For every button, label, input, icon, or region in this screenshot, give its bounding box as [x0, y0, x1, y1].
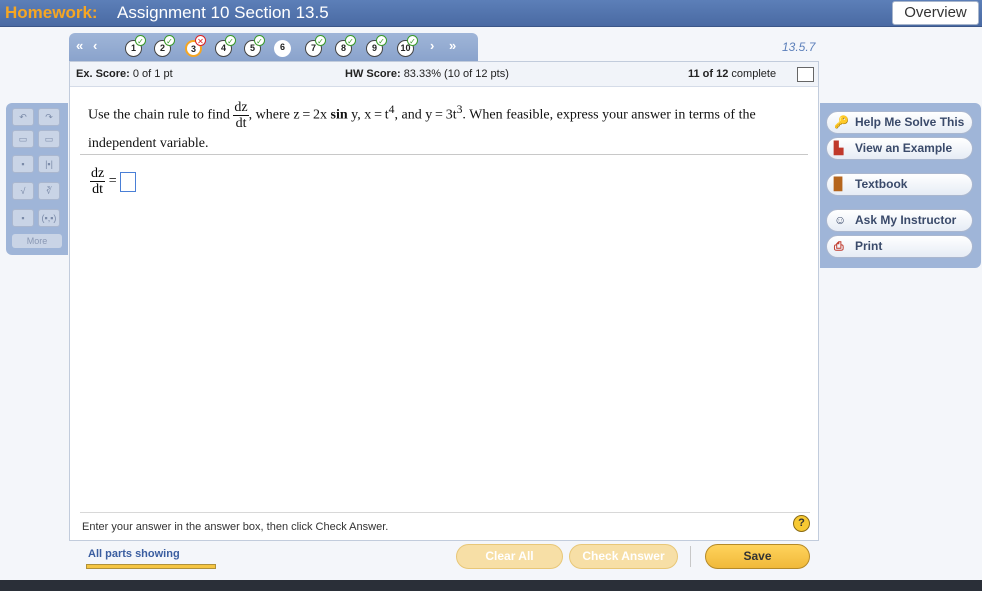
- printer-icon: ⎙: [834, 239, 844, 253]
- next-question-icon[interactable]: ›: [430, 38, 434, 53]
- popout-window-icon[interactable]: [797, 67, 814, 82]
- homework-score-label: HW Score:: [345, 68, 401, 80]
- print-label: Print: [855, 239, 883, 253]
- view-example-label: View an Example: [855, 141, 953, 155]
- homework-label: Homework:: [5, 3, 98, 22]
- textbook-button[interactable]: ▉ Textbook: [826, 173, 973, 196]
- instruction-message: Enter your answer in the answer box, the…: [80, 512, 810, 538]
- fraction-denominator: dt: [235, 115, 247, 131]
- completion-count: 11 of 12: [688, 68, 729, 80]
- more-tools-button[interactable]: More: [12, 234, 62, 248]
- absolute-value-icon[interactable]: |▪|: [38, 155, 60, 173]
- answer-input[interactable]: [120, 171, 137, 192]
- help-panel: 🔑 Help Me Solve This ▙ View an Example ▉…: [820, 103, 981, 268]
- correct-check-icon: ✓: [315, 35, 326, 46]
- mixed-number-icon[interactable]: ▭: [38, 130, 60, 148]
- correct-check-icon: ✓: [376, 35, 387, 46]
- save-button[interactable]: Save: [705, 544, 810, 569]
- instructor-icon: ☺: [834, 213, 847, 227]
- incorrect-x-icon: ✕: [195, 35, 206, 46]
- last-question-icon[interactable]: »: [449, 38, 456, 53]
- question-version: 13.5.7: [782, 40, 816, 54]
- ask-instructor-button[interactable]: ☺ Ask My Instructor: [826, 209, 973, 232]
- nth-root-icon[interactable]: ∛: [38, 182, 60, 200]
- homework-score-value: 83.33% (10 of 12 pts): [403, 68, 509, 80]
- answer-denominator: dt: [92, 182, 104, 197]
- exponent-icon[interactable]: ▪: [12, 155, 34, 173]
- overview-button[interactable]: Overview: [892, 1, 979, 25]
- answer-row: dz dt =: [90, 166, 137, 197]
- question-text: Use the chain rule to find dz dt, where z…: [88, 97, 810, 157]
- assignment-title: Assignment 10 Section 13.5: [117, 3, 329, 22]
- exercise-score-value: 0 of 1 pt: [132, 68, 173, 80]
- question-y-def: , and y = 3t: [394, 107, 457, 123]
- redo-icon[interactable]: ↷: [38, 108, 60, 126]
- question-x-def: y, x = t: [351, 107, 389, 123]
- fraction-icon[interactable]: ▭: [12, 130, 34, 148]
- fraction-numerator: dz: [233, 99, 249, 116]
- print-button[interactable]: ⎙ Print: [826, 235, 973, 258]
- example-icon: ▙: [834, 141, 844, 155]
- correct-check-icon: ✓: [164, 35, 175, 46]
- check-answer-button[interactable]: Check Answer: [569, 544, 678, 569]
- subscript-icon[interactable]: ▪: [12, 209, 34, 227]
- top-header: Homework: Assignment 10 Section 13.5 Ove…: [0, 0, 982, 27]
- exercise-score-label: Ex. Score:: [76, 68, 130, 80]
- question-intro: Use the chain rule to find: [88, 107, 230, 123]
- previous-question-icon[interactable]: ‹: [93, 38, 97, 53]
- question-where: , where z = 2x: [248, 107, 328, 123]
- ordered-pair-icon[interactable]: (▪,▪): [38, 209, 60, 227]
- help-me-solve-button[interactable]: 🔑 Help Me Solve This: [826, 111, 973, 134]
- help-question-icon[interactable]: ?: [793, 515, 810, 532]
- divider: [80, 154, 808, 155]
- answer-numerator: dz: [90, 166, 106, 182]
- help-me-solve-label: Help Me Solve This: [855, 115, 965, 129]
- correct-check-icon: ✓: [135, 35, 146, 46]
- textbook-label: Textbook: [855, 177, 908, 191]
- score-bar: Ex. Score: 0 of 1 pt HW Score: 83.33% (1…: [70, 62, 818, 87]
- bottom-edge: [0, 580, 982, 591]
- exercise-score: Ex. Score: 0 of 1 pt: [76, 68, 173, 80]
- parts-progress-bar: [86, 564, 216, 569]
- question-6-button[interactable]: 6: [274, 40, 291, 57]
- view-example-button[interactable]: ▙ View an Example: [826, 137, 973, 160]
- answer-fraction: dz dt: [90, 166, 106, 197]
- all-parts-showing-link[interactable]: All parts showing: [88, 548, 180, 560]
- undo-icon[interactable]: ↶: [12, 108, 34, 126]
- correct-check-icon: ✓: [407, 35, 418, 46]
- correct-check-icon: ✓: [225, 35, 236, 46]
- key-icon: 🔑: [834, 115, 849, 129]
- clear-all-button[interactable]: Clear All: [456, 544, 563, 569]
- homework-score: HW Score: 83.33% (10 of 12 pts): [345, 68, 509, 80]
- sin-function: sin: [330, 107, 348, 123]
- correct-check-icon: ✓: [254, 35, 265, 46]
- question-card: Ex. Score: 0 of 1 pt HW Score: 83.33% (1…: [69, 61, 819, 541]
- derivative-fraction: dz dt: [233, 99, 249, 131]
- equals-sign: =: [108, 173, 117, 189]
- question-navigator: « ‹ 1 ✓ 2 ✓ 3 ✕ 4 ✓ 5 ✓ 6 7 ✓ 8 ✓ 9 ✓ 10 ✓ › »: [69, 33, 478, 61]
- math-toolbar: ↶ ↷ ▭ ▭ ▪ |▪| √ ∛ ▪ (▪,▪) More: [6, 103, 68, 255]
- ask-instructor-label: Ask My Instructor: [855, 213, 957, 227]
- book-icon: ▉: [834, 177, 844, 191]
- completion-label: complete: [731, 68, 777, 80]
- button-separator: [690, 546, 691, 567]
- square-root-icon[interactable]: √: [12, 182, 34, 200]
- correct-check-icon: ✓: [345, 35, 356, 46]
- completion-status: 11 of 12 complete: [688, 68, 776, 80]
- first-question-icon[interactable]: «: [76, 38, 83, 53]
